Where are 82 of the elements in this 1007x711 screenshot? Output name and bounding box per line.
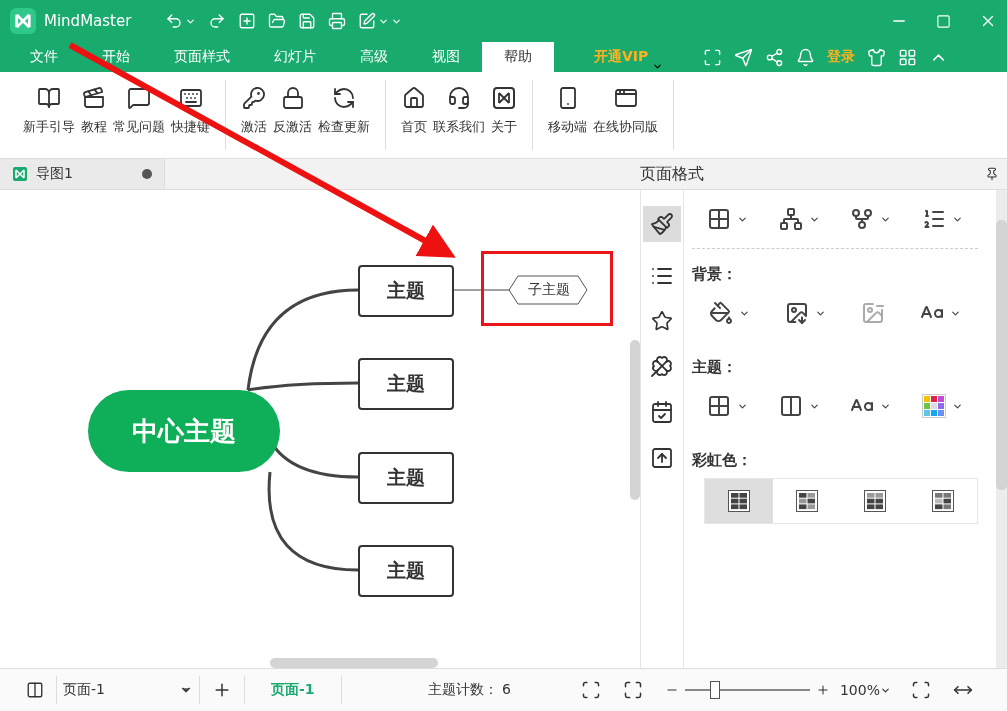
zoom-in-icon[interactable] (815, 683, 830, 697)
section-label: 背景： (692, 265, 738, 284)
slider-thumb[interactable] (709, 681, 720, 699)
ribbon-button[interactable]: 关于 (488, 80, 520, 150)
video-icon (82, 86, 106, 110)
rainbow-option[interactable] (705, 479, 773, 523)
scrollbar[interactable] (630, 340, 640, 500)
topic-node[interactable]: 主题 (358, 265, 454, 317)
refresh-icon (332, 86, 356, 110)
image-download-icon[interactable] (785, 301, 810, 325)
window-icon (613, 86, 638, 110)
layout-grid-icon (796, 490, 818, 512)
bell-icon[interactable] (796, 47, 816, 67)
layout-grid-icon (932, 490, 954, 512)
redo-icon[interactable] (208, 12, 227, 30)
chat-icon (127, 86, 151, 110)
page-select[interactable]: 页面-1 (56, 676, 200, 704)
star-book-icon[interactable] (651, 310, 673, 332)
grid-icon[interactable] (707, 394, 732, 418)
ribbon-button[interactable]: 新手引导 (20, 80, 78, 150)
print-icon[interactable] (328, 12, 347, 30)
section-label: 主题： (692, 358, 738, 377)
upload-icon[interactable] (650, 446, 674, 470)
apps-icon[interactable] (898, 47, 918, 67)
list-grid-icon[interactable] (778, 394, 803, 418)
color-palette-icon[interactable] (921, 394, 946, 418)
panel-toggle-icon[interactable] (26, 681, 44, 699)
layout-grid-icon (728, 490, 750, 512)
numbered-list-icon[interactable] (921, 207, 946, 231)
ribbon-button[interactable]: 教程 (78, 80, 110, 150)
mindmap-file-icon (12, 166, 28, 182)
hierarchy-icon[interactable] (778, 207, 803, 231)
save-icon[interactable] (298, 12, 317, 30)
book-icon (37, 86, 61, 110)
topic-count: 主题计数： 6 (427, 681, 511, 699)
ribbon-button[interactable]: 移动端 (545, 80, 590, 150)
zoom-level[interactable]: 100% (839, 682, 880, 698)
brush-icon[interactable] (650, 212, 674, 236)
ribbon-button[interactable]: 常见问题 (110, 80, 168, 150)
grid-icon[interactable] (707, 207, 732, 231)
fit-icon[interactable] (910, 680, 931, 700)
folder-icon[interactable] (268, 12, 287, 30)
pin-icon[interactable] (985, 167, 999, 181)
keyboard-icon (178, 86, 203, 110)
menu-tab[interactable]: 帮助 (482, 42, 554, 72)
send-icon[interactable] (734, 47, 754, 67)
ribbon-button[interactable]: 激活 (238, 80, 270, 150)
ribbon-button[interactable]: 在线协同版 (590, 80, 661, 150)
fullscreen-icon[interactable] (622, 680, 643, 700)
app-name: MindMaster (44, 12, 132, 30)
shirt-icon[interactable] (867, 47, 887, 67)
document-title: 导图1 (36, 165, 73, 183)
fit-page-icon[interactable] (580, 680, 601, 700)
scrollbar[interactable] (270, 658, 438, 668)
undo-icon[interactable] (165, 12, 184, 30)
layout-grid-icon (864, 490, 886, 512)
ribbon-button[interactable]: 联系我们 (430, 80, 488, 150)
topic-node[interactable]: 主题 (358, 452, 454, 504)
topic-node[interactable]: 主题 (358, 545, 454, 597)
share-icon[interactable] (765, 47, 785, 67)
caret-icon[interactable] (652, 61, 664, 72)
export-icon[interactable] (358, 12, 377, 30)
calendar-check-icon[interactable] (650, 400, 674, 424)
connector-line (451, 289, 511, 291)
document-tab[interactable]: 导图1 (0, 159, 165, 189)
paint-bucket-icon[interactable] (709, 301, 734, 325)
logo-icon (492, 86, 516, 110)
new-icon[interactable] (238, 12, 257, 30)
headset-icon (447, 86, 471, 110)
lock-icon (280, 86, 305, 110)
clover-icon[interactable] (650, 354, 674, 378)
branch-icon[interactable] (850, 207, 875, 231)
scrollbar[interactable] (996, 220, 1007, 490)
subtopic-label[interactable]: 子主题 (510, 276, 588, 304)
home-icon (402, 86, 426, 110)
key-icon (242, 86, 266, 110)
panel-title: 页面格式 (640, 163, 704, 185)
section-label: 彩虹色： (692, 451, 753, 470)
topic-node[interactable]: 主题 (358, 358, 454, 410)
ribbon-button[interactable]: 检查更新 (315, 80, 373, 150)
ribbon-button[interactable]: 首页 (398, 80, 430, 150)
ribbon-button[interactable]: 反激活 (270, 80, 315, 150)
